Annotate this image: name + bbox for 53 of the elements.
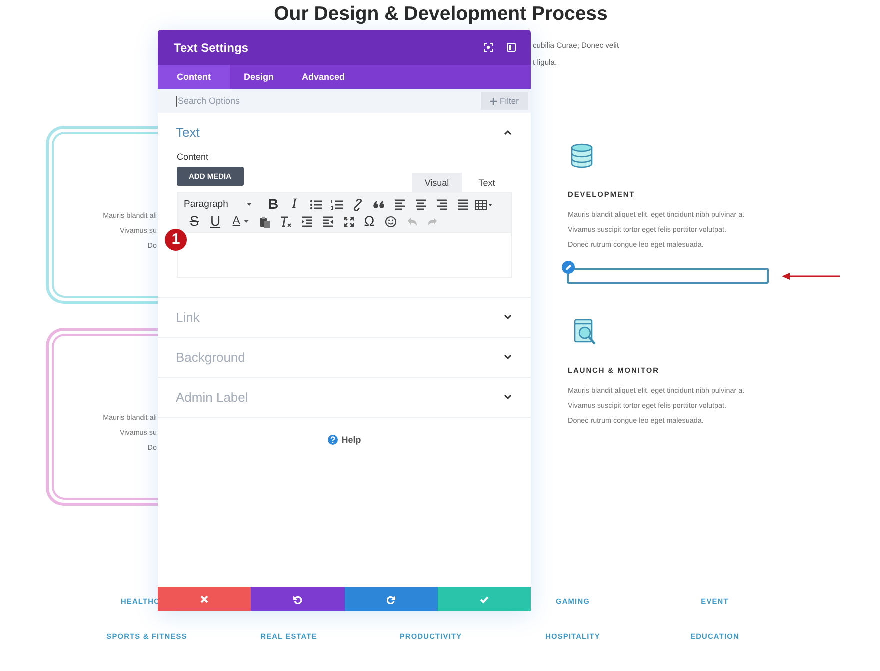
database-icon <box>569 143 595 171</box>
paste-icon[interactable] <box>258 216 270 228</box>
editor-tab[interactable]: Visual <box>412 173 462 192</box>
settings-tab[interactable]: Content <box>158 65 230 89</box>
caret-icon <box>247 203 252 206</box>
fullscreen-icon[interactable] <box>342 216 354 228</box>
pencil-icon[interactable] <box>562 261 575 274</box>
italic-button[interactable]: I <box>284 196 305 213</box>
chevron-up-icon[interactable] <box>504 130 512 135</box>
field-label: Content <box>177 152 210 162</box>
strikethrough-button[interactable]: S <box>184 213 205 230</box>
check-icon <box>480 594 489 604</box>
page-title: Our Design & Development Process <box>273 2 609 27</box>
chevron-down-icon[interactable] <box>504 355 512 360</box>
sidebar-icon[interactable] <box>507 43 516 52</box>
emoji-icon[interactable] <box>384 216 396 228</box>
settings-tab[interactable]: Advanced <box>288 65 360 89</box>
align-left-icon[interactable] <box>394 198 406 210</box>
settings-tab[interactable]: Design <box>230 65 288 89</box>
quote-icon[interactable] <box>372 198 384 210</box>
special-character-button[interactable]: Ω <box>359 213 380 230</box>
align-right-icon[interactable] <box>436 198 448 210</box>
indent-icon[interactable] <box>300 216 312 228</box>
help-link[interactable]: Help <box>158 435 531 445</box>
outdent-icon[interactable] <box>322 216 334 228</box>
undo-icon <box>293 594 302 604</box>
filter-button[interactable]: Filter <box>481 89 531 113</box>
underline-button[interactable]: U <box>205 213 226 230</box>
step-badge: 1 <box>165 229 187 251</box>
text-color-button[interactable]: A <box>226 213 247 230</box>
close-icon <box>200 594 210 604</box>
table-icon[interactable] <box>474 198 492 210</box>
format-dropdown[interactable]: Paragraph <box>184 199 263 210</box>
help-icon <box>328 435 338 445</box>
bullet-list-icon[interactable] <box>310 198 322 210</box>
clear-format-icon[interactable] <box>280 216 292 228</box>
numbered-list-icon[interactable] <box>330 198 342 210</box>
section-header[interactable]: Text <box>158 113 531 152</box>
search-input[interactable]: Search Options <box>176 96 481 106</box>
justify-icon[interactable] <box>456 198 468 210</box>
bold-button[interactable]: B <box>263 196 284 213</box>
redo-icon <box>386 594 396 604</box>
selected-text-module[interactable] <box>567 268 769 284</box>
link-icon[interactable] <box>352 198 364 210</box>
expand-icon[interactable] <box>484 43 493 52</box>
plus-icon <box>490 98 498 104</box>
caret-icon <box>244 220 249 223</box>
chevron-down-icon[interactable] <box>504 315 512 320</box>
arrow-icon <box>781 272 841 280</box>
chevron-down-icon[interactable] <box>504 395 512 400</box>
modal-title: Text Settings <box>174 40 250 54</box>
search-field[interactable]: Search Options <box>158 89 481 113</box>
align-center-icon[interactable] <box>414 198 426 210</box>
